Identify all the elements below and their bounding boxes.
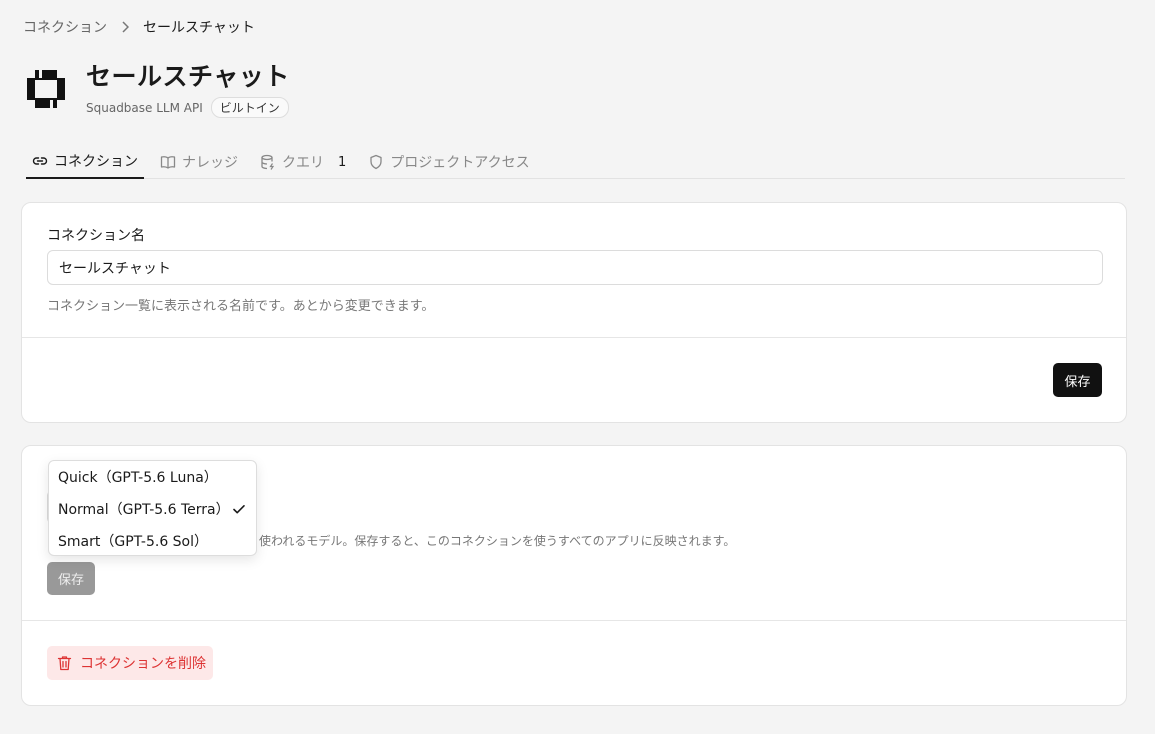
model-option-normal[interactable]: Normal（GPT-5.6 Terra） xyxy=(49,493,256,525)
connection-name-input[interactable] xyxy=(47,250,1103,285)
tab-knowledge[interactable]: ナレッジ xyxy=(154,145,244,179)
tab-label: クエリ xyxy=(282,155,324,171)
check-icon xyxy=(233,505,245,514)
page-title: セールスチャット xyxy=(86,62,290,91)
model-help: 使われるモデル。保存すると、このコネクションを使うすべてのアプリに反映されます。 xyxy=(259,534,736,548)
provider-label: Squadbase LLM API xyxy=(86,100,203,115)
save-model-button[interactable]: 保存 xyxy=(47,562,95,595)
tab-project-access[interactable]: プロジェクトアクセス xyxy=(362,145,535,179)
connection-name-label: コネクション名 xyxy=(47,228,145,244)
tab-connection[interactable]: コネクション xyxy=(26,145,144,179)
connection-name-help: コネクション一覧に表示される名前です。あとから変更できます。 xyxy=(47,299,435,314)
breadcrumb-parent-link[interactable]: コネクション xyxy=(23,17,107,37)
breadcrumb-current: セールスチャット xyxy=(143,20,255,36)
model-dropdown: Quick（GPT-5.6 Luna） Normal（GPT-5.6 Terra… xyxy=(48,460,257,556)
tab-query[interactable]: クエリ 1 xyxy=(254,145,352,179)
connection-name-card: コネクション名 コネクション一覧に表示される名前です。あとから変更できます。 保… xyxy=(21,202,1127,423)
link-icon xyxy=(32,157,48,165)
title-block: セールスチャット Squadbase LLM API ビルトイン xyxy=(86,62,290,118)
trash-icon xyxy=(57,656,72,671)
option-label: Normal（GPT-5.6 Terra） xyxy=(58,502,230,518)
model-option-smart[interactable]: Smart（GPT-5.6 Sol） xyxy=(49,525,256,557)
subtitle-row: Squadbase LLM API ビルトイン xyxy=(86,97,290,118)
chevron-right-icon xyxy=(121,21,129,33)
card-divider xyxy=(22,620,1126,621)
query-count-badge: 1 xyxy=(338,154,347,170)
option-label: Smart（GPT-5.6 Sol） xyxy=(58,534,209,550)
database-icon xyxy=(261,154,275,170)
page-header: セールスチャット Squadbase LLM API ビルトイン xyxy=(27,62,290,118)
tab-label: ナレッジ xyxy=(182,155,238,171)
delete-label: コネクションを削除 xyxy=(80,656,206,672)
model-option-quick[interactable]: Quick（GPT-5.6 Luna） xyxy=(49,461,256,493)
tab-label: プロジェクトアクセス xyxy=(390,155,530,171)
builtin-badge: ビルトイン xyxy=(210,97,289,118)
tab-label: コネクション xyxy=(54,154,138,170)
tab-bar: コネクション ナレッジ クエリ 1 プロジェクトアクセス xyxy=(26,145,1125,179)
breadcrumb: コネクション セールスチャット xyxy=(23,18,255,36)
book-icon xyxy=(160,156,176,169)
delete-connection-button[interactable]: コネクションを削除 xyxy=(47,646,213,680)
shield-icon xyxy=(370,154,382,170)
connection-logo-icon xyxy=(27,70,65,108)
card-divider xyxy=(22,337,1126,338)
save-name-button[interactable]: 保存 xyxy=(1053,363,1102,397)
option-label: Quick（GPT-5.6 Luna） xyxy=(58,470,218,486)
